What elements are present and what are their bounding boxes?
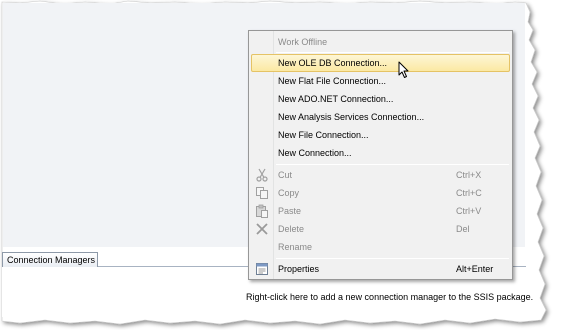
menu-item-shortcut: Ctrl+C bbox=[456, 188, 482, 198]
menu-item-cut[interactable]: Cut Ctrl+X bbox=[251, 166, 510, 184]
paste-icon bbox=[256, 204, 268, 218]
menu-item-new-connection[interactable]: New Connection... bbox=[251, 144, 510, 162]
menu-item-label: New File Connection... bbox=[278, 130, 369, 140]
menu-separator bbox=[276, 52, 509, 53]
menu-item-shortcut: Del bbox=[456, 224, 470, 234]
menu-item-shortcut: Ctrl+V bbox=[456, 206, 482, 216]
menu-item-shortcut: Alt+Enter bbox=[456, 264, 494, 274]
menu-separator bbox=[276, 164, 509, 165]
menu-item-label: New ADO.NET Connection... bbox=[278, 94, 394, 104]
menu-item-label: New Connection... bbox=[278, 148, 352, 158]
copy-icon bbox=[256, 187, 268, 199]
mouse-cursor-icon bbox=[398, 61, 409, 78]
menu-item-shortcut: Ctrl+X bbox=[456, 170, 482, 180]
menu-item-rename[interactable]: Rename bbox=[251, 238, 510, 256]
context-menu: Work Offline New OLE DB Connection... Ne… bbox=[248, 30, 513, 280]
connection-managers-hint: Right-click here to add a new connection… bbox=[246, 292, 534, 302]
menu-item-label: New Analysis Services Connection... bbox=[278, 112, 425, 122]
menu-item-new-file-connection[interactable]: New File Connection... bbox=[251, 126, 510, 144]
menu-item-label: Cut bbox=[278, 170, 293, 180]
menu-item-new-ole-db-connection[interactable]: New OLE DB Connection... bbox=[251, 54, 510, 72]
menu-item-new-flat-file-connection[interactable]: New Flat File Connection... bbox=[251, 72, 510, 90]
menu-item-properties[interactable]: Properties Alt+Enter bbox=[251, 260, 510, 278]
menu-item-label: Copy bbox=[278, 188, 300, 198]
menu-item-label: Rename bbox=[278, 242, 313, 252]
menu-item-delete[interactable]: Delete Del bbox=[251, 220, 510, 238]
menu-item-label: Delete bbox=[278, 224, 305, 234]
menu-item-new-analysis-services-connection[interactable]: New Analysis Services Connection... bbox=[251, 108, 510, 126]
delete-x-icon bbox=[256, 223, 268, 235]
menu-item-label: New Flat File Connection... bbox=[278, 76, 387, 86]
properties-icon bbox=[256, 263, 268, 275]
menu-item-label: Properties bbox=[278, 264, 320, 274]
menu-item-paste[interactable]: Paste Ctrl+V bbox=[251, 202, 510, 220]
menu-item-new-ado-net-connection[interactable]: New ADO.NET Connection... bbox=[251, 90, 510, 108]
tab-connection-managers[interactable]: Connection Managers bbox=[2, 252, 98, 267]
menu-separator bbox=[276, 258, 509, 259]
menu-item-label: New OLE DB Connection... bbox=[278, 58, 388, 68]
menu-item-copy[interactable]: Copy Ctrl+C bbox=[251, 184, 510, 202]
menu-item-label: Work Offline bbox=[278, 37, 328, 47]
scissors-icon bbox=[256, 168, 268, 182]
menu-item-work-offline[interactable]: Work Offline bbox=[251, 33, 510, 51]
menu-item-label: Paste bbox=[278, 206, 302, 216]
